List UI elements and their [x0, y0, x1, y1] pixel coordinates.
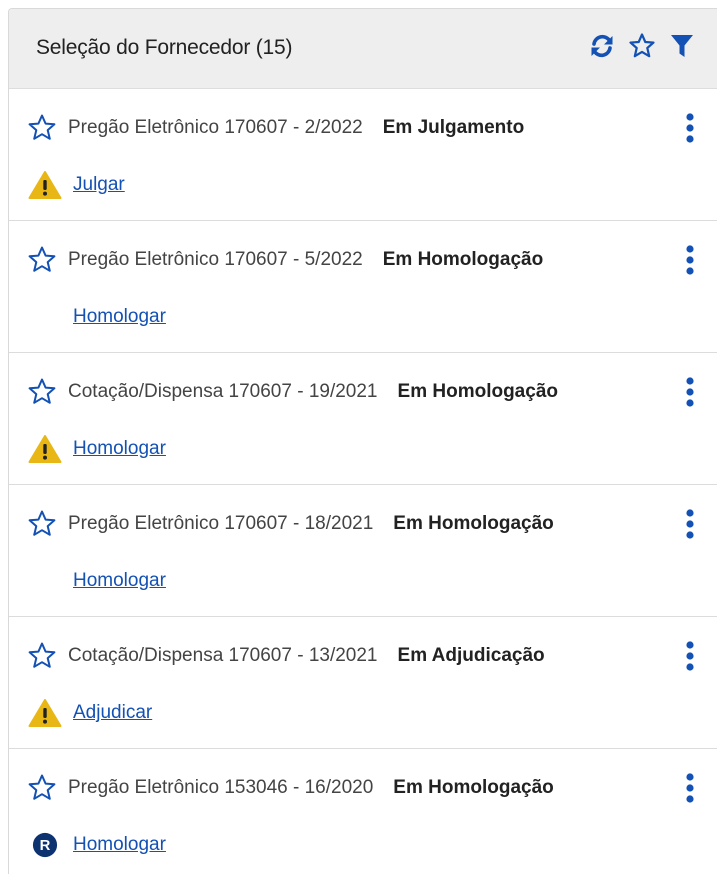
item-action-row: Homologar [27, 301, 166, 333]
item-action-row: R Homologar [27, 829, 166, 861]
header-actions [588, 32, 696, 60]
procurement-panel: Seleção do Fornecedor (15) Pregão Eletrô… [8, 8, 717, 874]
star-outline-icon[interactable] [628, 32, 656, 60]
status-label: Em Homologação [397, 381, 558, 402]
item-header-row: Pregão Eletrônico 170607 - 5/2022 Em Hom… [27, 244, 696, 276]
badge-slot [27, 433, 63, 465]
action-link[interactable]: Adjudicar [73, 702, 152, 724]
list-item: Cotação/Dispensa 170607 - 19/2021 Em Hom… [9, 353, 717, 485]
status-label: Em Julgamento [382, 117, 525, 138]
item-header-row: Pregão Eletrônico 153046 - 16/2020 Em Ho… [27, 772, 696, 804]
badge-slot [27, 301, 63, 333]
favorite-star-icon[interactable] [27, 245, 57, 275]
list-item: Cotação/Dispensa 170607 - 13/2021 Em Adj… [9, 617, 717, 749]
process-title[interactable]: Pregão Eletrônico 170607 - 5/2022 [68, 249, 363, 271]
r-badge-icon: R [32, 832, 58, 858]
badge-slot [27, 697, 63, 729]
process-title[interactable]: Cotação/Dispensa 170607 - 13/2021 [68, 645, 378, 667]
favorite-star-icon[interactable] [27, 113, 57, 143]
favorite-star-icon[interactable] [27, 773, 57, 803]
process-title[interactable]: Pregão Eletrônico 153046 - 16/2020 [68, 777, 373, 799]
warning-icon [28, 699, 62, 727]
more-options-icon[interactable] [684, 375, 696, 409]
favorite-star-icon[interactable] [27, 641, 57, 671]
action-link[interactable]: Homologar [73, 438, 166, 460]
filter-icon[interactable] [668, 32, 696, 60]
status-label: Em Homologação [382, 249, 544, 270]
status-label: Em Homologação [393, 777, 554, 798]
panel-title: Seleção do Fornecedor (15) [36, 36, 293, 59]
more-options-icon[interactable] [684, 771, 696, 805]
process-title[interactable]: Cotação/Dispensa 170607 - 19/2021 [68, 381, 378, 403]
badge-slot [27, 565, 63, 597]
more-options-icon[interactable] [684, 639, 696, 673]
list-item: Pregão Eletrônico 170607 - 18/2021 Em Ho… [9, 485, 717, 617]
item-action-row: Homologar [27, 565, 166, 597]
list-item: Pregão Eletrônico 153046 - 16/2020 Em Ho… [9, 749, 717, 874]
process-title[interactable]: Pregão Eletrônico 170607 - 2/2022 [68, 117, 363, 139]
more-options-icon[interactable] [684, 243, 696, 277]
action-link[interactable]: Julgar [73, 174, 125, 196]
more-options-icon[interactable] [684, 507, 696, 541]
warning-icon [28, 171, 62, 199]
item-header-row: Cotação/Dispensa 170607 - 19/2021 Em Hom… [27, 376, 696, 408]
badge-slot [27, 169, 63, 201]
warning-icon [28, 435, 62, 463]
panel-header: Seleção do Fornecedor (15) [9, 9, 717, 89]
item-header-row: Pregão Eletrônico 170607 - 18/2021 Em Ho… [27, 508, 696, 540]
item-header-row: Pregão Eletrônico 170607 - 2/2022 Em Jul… [27, 112, 696, 144]
action-link[interactable]: Homologar [73, 570, 166, 592]
status-label: Em Homologação [393, 513, 554, 534]
r-badge-label: R [40, 838, 51, 854]
process-title[interactable]: Pregão Eletrônico 170607 - 18/2021 [68, 513, 373, 535]
status-label: Em Adjudicação [397, 645, 545, 666]
item-header-row: Cotação/Dispensa 170607 - 13/2021 Em Adj… [27, 640, 696, 672]
refresh-icon[interactable] [588, 32, 616, 60]
list-item: Pregão Eletrônico 170607 - 5/2022 Em Hom… [9, 221, 717, 353]
action-link[interactable]: Homologar [73, 834, 166, 856]
list-item: Pregão Eletrônico 170607 - 2/2022 Em Jul… [9, 89, 717, 221]
item-action-row: Homologar [27, 433, 166, 465]
item-action-row: Adjudicar [27, 697, 152, 729]
process-list: Pregão Eletrônico 170607 - 2/2022 Em Jul… [9, 89, 717, 874]
favorite-star-icon[interactable] [27, 509, 57, 539]
favorite-star-icon[interactable] [27, 377, 57, 407]
action-link[interactable]: Homologar [73, 306, 166, 328]
more-options-icon[interactable] [684, 111, 696, 145]
badge-slot: R [27, 829, 63, 861]
item-action-row: Julgar [27, 169, 125, 201]
